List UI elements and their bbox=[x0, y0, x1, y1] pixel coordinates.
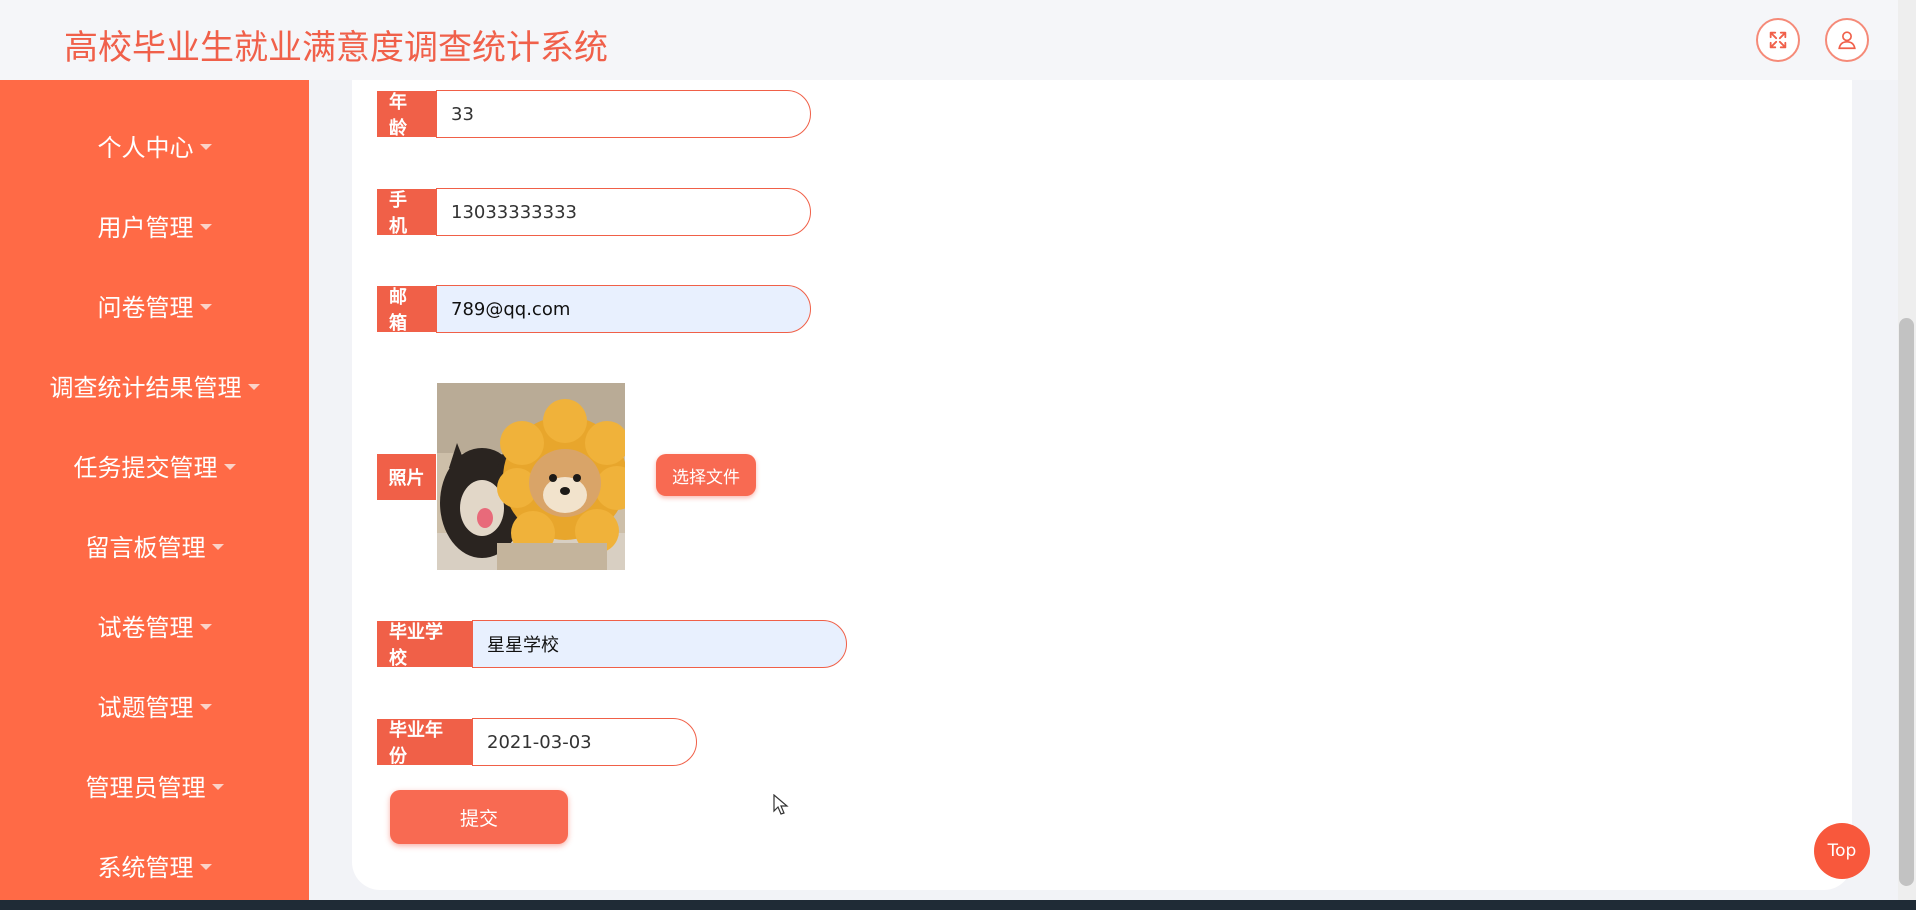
sidebar-item-label: 试题管理 bbox=[97, 693, 194, 722]
sidebar-item-question-management[interactable]: 试题管理 bbox=[0, 680, 309, 730]
sidebar-item-label: 系统管理 bbox=[97, 853, 194, 882]
caret-down-icon bbox=[247, 384, 260, 390]
choose-file-button[interactable]: 选择文件 bbox=[656, 454, 756, 496]
scrollbar-thumb[interactable] bbox=[1899, 318, 1914, 886]
sidebar: 个人中心 用户管理 问卷管理 调查统计结果管理 任务提交管理 留言板管理 试卷管… bbox=[0, 80, 309, 900]
phone-input[interactable]: 13033333333 bbox=[436, 188, 811, 236]
caret-down-icon bbox=[199, 144, 212, 150]
grad-year-label: 毕业年份 bbox=[377, 719, 472, 767]
caret-down-icon bbox=[199, 304, 212, 310]
header: 高校毕业生就业满意度调查统计系统 bbox=[0, 0, 1898, 80]
phone-field: 手机 13033333333 bbox=[377, 188, 811, 237]
sidebar-item-admin-management[interactable]: 管理员管理 bbox=[0, 760, 309, 810]
app-title: 高校毕业生就业满意度调查统计系统 bbox=[64, 28, 608, 68]
school-label: 毕业学校 bbox=[377, 621, 472, 669]
caret-down-icon bbox=[199, 864, 212, 870]
user-button[interactable] bbox=[1825, 18, 1869, 62]
sidebar-item-label: 问卷管理 bbox=[97, 293, 194, 322]
age-field: 年龄 33 bbox=[377, 90, 811, 139]
age-label: 年龄 bbox=[377, 91, 436, 139]
sidebar-item-label: 试卷管理 bbox=[97, 613, 194, 642]
photo-preview bbox=[437, 383, 625, 570]
caret-down-icon bbox=[223, 464, 236, 470]
email-input[interactable]: 789@qq.com bbox=[436, 285, 811, 333]
sidebar-item-label: 任务提交管理 bbox=[73, 453, 218, 482]
sidebar-item-system-management[interactable]: 系统管理 bbox=[0, 840, 309, 890]
dogs-photo-image bbox=[437, 383, 625, 570]
sidebar-item-label: 调查统计结果管理 bbox=[49, 373, 242, 402]
sidebar-item-label: 管理员管理 bbox=[85, 773, 206, 802]
caret-down-icon bbox=[211, 784, 224, 790]
email-label: 邮箱 bbox=[377, 286, 436, 334]
photo-label: 照片 bbox=[377, 454, 436, 500]
user-icon bbox=[1838, 31, 1856, 50]
sidebar-item-label: 用户管理 bbox=[97, 213, 194, 242]
email-field: 邮箱 789@qq.com bbox=[377, 285, 811, 334]
mouse-cursor-icon bbox=[773, 794, 789, 815]
sidebar-item-personal-center[interactable]: 个人中心 bbox=[0, 120, 309, 170]
school-input[interactable]: 星星学校 bbox=[472, 620, 847, 668]
age-input[interactable]: 33 bbox=[436, 90, 811, 138]
phone-label: 手机 bbox=[377, 189, 436, 237]
caret-down-icon bbox=[199, 224, 212, 230]
sidebar-item-label: 留言板管理 bbox=[85, 533, 206, 562]
caret-down-icon bbox=[199, 624, 212, 630]
expand-icon bbox=[1769, 31, 1787, 49]
sidebar-item-questionnaire-management[interactable]: 问卷管理 bbox=[0, 280, 309, 330]
sidebar-item-survey-results-management[interactable]: 调查统计结果管理 bbox=[0, 360, 309, 410]
sidebar-item-task-submission-management[interactable]: 任务提交管理 bbox=[0, 440, 309, 490]
sidebar-item-exam-paper-management[interactable]: 试卷管理 bbox=[0, 600, 309, 650]
caret-down-icon bbox=[199, 704, 212, 710]
taskbar bbox=[0, 900, 1916, 910]
school-field: 毕业学校 星星学校 bbox=[377, 620, 847, 669]
sidebar-item-user-management[interactable]: 用户管理 bbox=[0, 200, 309, 250]
caret-down-icon bbox=[211, 544, 224, 550]
sidebar-item-message-board-management[interactable]: 留言板管理 bbox=[0, 520, 309, 570]
submit-button[interactable]: 提交 bbox=[390, 790, 568, 844]
grad-year-input[interactable]: 2021-03-03 bbox=[472, 718, 697, 766]
grad-year-field: 毕业年份 2021-03-03 bbox=[377, 718, 697, 767]
back-to-top-button[interactable]: Top bbox=[1814, 823, 1870, 879]
fullscreen-button[interactable] bbox=[1756, 18, 1800, 62]
sidebar-item-label: 个人中心 bbox=[97, 133, 194, 162]
